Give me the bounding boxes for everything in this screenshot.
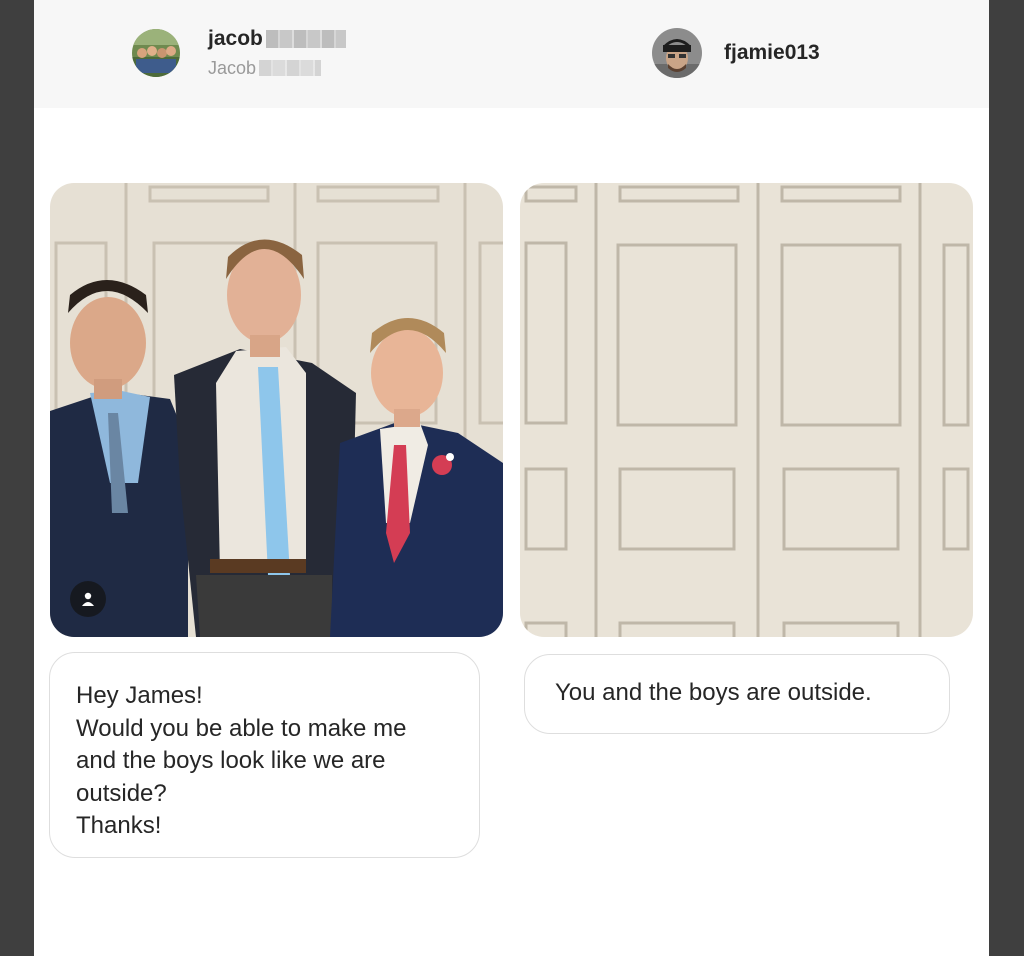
left-full-name: Jacob <box>208 56 346 80</box>
left-username[interactable]: jacob <box>208 26 346 52</box>
left-user-profile[interactable]: jacob Jacob <box>132 26 346 80</box>
header-bar: jacob Jacob fjamie013 <box>34 0 989 108</box>
right-username[interactable]: fjamie013 <box>724 40 820 66</box>
message-line: Hey James! <box>76 682 203 709</box>
reply-text: You and the boys are outside. <box>555 679 872 706</box>
right-user-profile[interactable]: fjamie013 <box>652 28 820 78</box>
request-message-bubble: Hey James! Would you be able to make me … <box>49 652 480 858</box>
message-line: Would you be able to make me <box>76 714 407 742</box>
reply-message-bubble: You and the boys are outside. <box>524 654 950 734</box>
edited-photo[interactable] <box>520 183 973 637</box>
redacted-block <box>259 60 322 76</box>
message-line: outside? <box>76 779 167 807</box>
message-line: and the boys look like we are <box>76 747 386 774</box>
message-line: Thanks! <box>76 812 162 839</box>
left-user-avatar[interactable] <box>132 29 180 77</box>
original-photo[interactable] <box>50 183 503 637</box>
right-user-avatar[interactable] <box>652 28 702 78</box>
app-frame: jacob Jacob fjamie013 Hey James! Would y… <box>34 0 989 956</box>
redacted-block <box>265 30 346 48</box>
person-tag-icon[interactable] <box>70 581 106 617</box>
